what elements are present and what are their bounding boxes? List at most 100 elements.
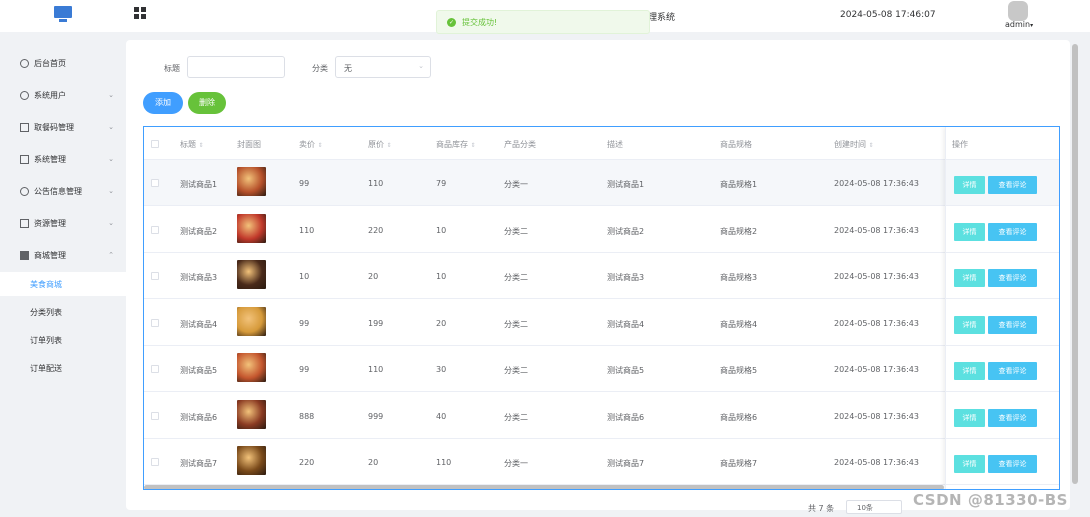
apps-grid-icon[interactable] (134, 7, 146, 19)
cell-stock: 110 (436, 458, 452, 467)
cell-description: 测试商品4 (607, 319, 645, 329)
box-icon (20, 218, 29, 228)
cell-created-time: 2024-05-08 17:36:43 (834, 225, 919, 235)
title-search-input[interactable] (187, 56, 285, 78)
delete-button[interactable]: 删除 (188, 92, 226, 114)
cell-price: 99 (299, 179, 310, 188)
cell-original-price: 20 (368, 272, 379, 281)
sidebar-subitem-food-shop[interactable]: 美食商城 (0, 272, 126, 296)
row-checkbox[interactable] (151, 179, 159, 187)
column-header-title[interactable]: 标题 ⇕ (180, 139, 204, 150)
column-header-original-price[interactable]: 原价 ⇕ (368, 139, 392, 150)
cell-original-price: 110 (368, 365, 384, 374)
cell-created-time: 2024-05-08 17:36:43 (834, 365, 919, 374)
row-checkbox[interactable] (151, 458, 159, 466)
cell-title: 测试商品1 (180, 180, 218, 189)
user-menu[interactable]: admin▾ (1005, 20, 1033, 29)
cell-category: 分类二 (504, 226, 528, 236)
product-table: 标题 ⇕ 封面图 卖价 ⇕ 原价 ⇕ 商品库存 ⇕ 产品分类 描述 商品规格 创… (143, 126, 1060, 490)
id-card-icon (20, 122, 29, 132)
toast-message: 提交成功! (462, 17, 498, 27)
cell-price: 99 (299, 365, 310, 374)
column-header-created[interactable]: 创建时间 ⇕ (834, 139, 874, 150)
add-button[interactable]: 添加 (143, 92, 183, 114)
sidebar-subitem-order-delivery[interactable]: 订单配送 (0, 356, 126, 380)
row-checkbox[interactable] (151, 318, 159, 327)
horizontal-scrollbar[interactable] (144, 485, 944, 489)
caret-down-icon: ▾ (1030, 22, 1034, 29)
success-toast: ✓ 提交成功! (436, 10, 650, 34)
shop-icon (20, 250, 29, 260)
row-checkbox[interactable] (151, 225, 159, 234)
category-select[interactable]: 无 ⌄ (335, 56, 431, 78)
cell-stock: 20 (436, 318, 447, 328)
cell-spec: 商品规格6 (720, 412, 758, 422)
table-row: 测试商品5 99 110 30 分类二 测试商品5 商品规格5 2024-05-08 17:3… (144, 346, 1059, 392)
chevron-down-icon: ⌄ (108, 155, 114, 163)
cell-original-price: 20 (368, 458, 379, 467)
table-row: 测试商品6 888 999 40 分类二 测试商品6 商品规格6 2024-05-08 17:… (144, 393, 1059, 439)
column-header-price[interactable]: 卖价 ⇕ (299, 139, 323, 150)
cell-original-price: 220 (368, 225, 384, 235)
sort-icon: ⇕ (386, 142, 392, 149)
table-row: 测试商品1 99 110 79 分类一 测试商品1 商品规格1 2024-05-08 17:3… (144, 160, 1059, 206)
cell-title: 测试商品2 (180, 226, 218, 236)
sidebar-item-home[interactable]: 后台首页 (0, 52, 126, 74)
sidebar-item-label: 公告信息管理 (34, 186, 82, 196)
cell-created-time: 2024-05-08 17:36:43 (834, 179, 919, 188)
row-checkbox[interactable] (151, 272, 159, 280)
sidebar-item-shop[interactable]: 商城管理 ⌃ (0, 244, 126, 266)
cell-created-time: 2024-05-08 17:36:43 (834, 411, 919, 421)
column-header-description: 描述 (607, 140, 623, 149)
cell-category: 分类一 (504, 459, 528, 468)
column-header-spec: 商品规格 (720, 140, 752, 149)
cell-description: 测试商品6 (607, 412, 645, 422)
user-icon (20, 90, 29, 100)
pager-total: 共 7 条 (808, 504, 835, 513)
page-size-select[interactable]: 10条 (846, 500, 902, 514)
page-size-value: 10条 (857, 504, 873, 512)
sidebar-item-users[interactable]: 系统用户 ⌄ (0, 84, 126, 106)
sidebar-subitem-category-list[interactable]: 分类列表 (0, 300, 126, 324)
sidebar-item-pickup-code[interactable]: 取餐码管理 ⌄ (0, 116, 126, 138)
table-row: 测试商品4 99 199 20 分类二 测试商品4 商品规格4 2024-05-08 17:3… (144, 300, 1059, 346)
user-avatar[interactable] (1008, 1, 1028, 21)
cell-created-time: 2024-05-08 17:36:43 (834, 458, 919, 467)
row-checkbox[interactable] (151, 365, 159, 373)
cell-stock: 79 (436, 179, 447, 188)
sidebar-item-label: 系统管理 (34, 154, 66, 164)
chevron-down-icon: ⌄ (418, 62, 424, 70)
chevron-down-icon: ⌄ (108, 219, 114, 227)
sidebar-item-label: 后台首页 (34, 58, 66, 68)
chevron-up-icon: ⌃ (108, 251, 114, 259)
sidebar-item-notice[interactable]: 公告信息管理 ⌄ (0, 180, 126, 202)
cell-created-time: 2024-05-08 17:36:43 (834, 272, 919, 281)
chevron-down-icon: ⌄ (108, 187, 114, 195)
cell-spec: 商品规格5 (720, 366, 758, 375)
current-datetime: 2024-05-08 17:46:07 (840, 10, 936, 20)
product-cover-image (237, 260, 266, 289)
monitor-logo-icon[interactable] (54, 6, 72, 22)
sidebar-item-resources[interactable]: 资源管理 ⌄ (0, 212, 126, 234)
column-header-stock[interactable]: 商品库存 ⇕ (436, 139, 476, 150)
title-filter-label: 标题 (164, 64, 180, 73)
cell-spec: 商品规格4 (720, 319, 758, 329)
row-checkbox[interactable] (151, 411, 159, 420)
product-cover-image (237, 399, 266, 429)
cell-spec: 商品规格7 (720, 459, 758, 468)
cell-title: 测试商品4 (180, 319, 218, 329)
select-all-checkbox[interactable] (151, 140, 159, 148)
cell-original-price: 199 (368, 318, 384, 328)
vertical-scrollbar[interactable] (1072, 44, 1078, 484)
cell-category: 分类二 (504, 273, 528, 282)
sidebar-item-label: 系统用户 (34, 90, 66, 100)
table-row: 测试商品3 10 20 10 分类二 测试商品3 商品规格3 2024-05-08 17:36… (144, 253, 1059, 299)
cell-price: 888 (299, 411, 315, 421)
sort-icon: ⇕ (317, 142, 323, 149)
cell-description: 测试商品1 (607, 180, 645, 189)
sidebar-item-system[interactable]: 系统管理 ⌄ (0, 148, 126, 170)
cell-original-price: 110 (368, 179, 384, 188)
sidebar-subitem-order-list[interactable]: 订单列表 (0, 328, 126, 352)
cell-category: 分类二 (504, 319, 528, 329)
cell-description: 测试商品2 (607, 226, 645, 236)
